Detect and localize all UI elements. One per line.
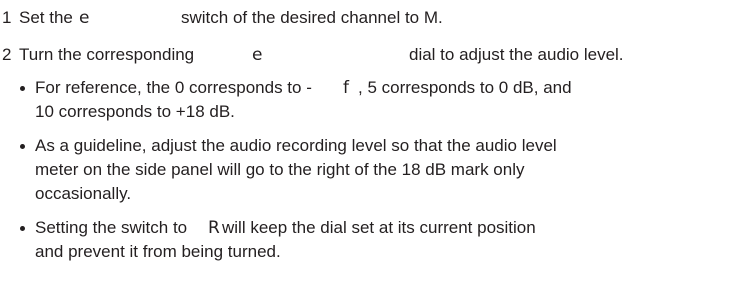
step-1-prefix: Set the xyxy=(19,8,73,27)
step-2-number: 2 xyxy=(2,45,12,64)
step-2-channel-glyph: e xyxy=(252,45,263,65)
bullet-2-line-1: As a guideline, adjust the audio recordi… xyxy=(35,136,557,155)
bullet-2-line-3: occasionally. xyxy=(35,184,132,203)
bullet-1-inf-glyph: f xyxy=(343,78,349,98)
bullet-1-line-2: 10 corresponds to +18 dB. xyxy=(35,102,235,121)
bullet-2-line-2: meter on the side panel will go to the r… xyxy=(35,160,525,179)
instruction-document: 1 Set the e switch of the desired channe… xyxy=(0,0,754,291)
step-2-suffix: dial to adjust the audio level. xyxy=(409,45,624,64)
bullet-3-line-1-text: Setting the switch to xyxy=(35,218,188,237)
bullet-dot xyxy=(20,144,25,149)
step-1-number: 1 xyxy=(2,8,12,27)
step-1-channel-glyph: e xyxy=(79,8,90,28)
step-2-prefix: Turn the corresponding xyxy=(19,45,195,64)
bullet-1-line-1-tail: , 5 corresponds to 0 dB, and xyxy=(358,78,572,97)
bullet-3-line-1-tail: will keep the dial set at its current po… xyxy=(222,218,536,237)
bullet-1-line-1-text: For reference, the 0 corresponds to - xyxy=(35,78,312,97)
bullet-dot xyxy=(20,86,25,91)
step-1-suffix: switch of the desired channel to M. xyxy=(181,8,443,27)
bullet-3-position-glyph: R xyxy=(208,218,220,238)
bullet-dot xyxy=(20,226,25,231)
bullet-3-line-2: and prevent it from being turned. xyxy=(35,242,281,261)
